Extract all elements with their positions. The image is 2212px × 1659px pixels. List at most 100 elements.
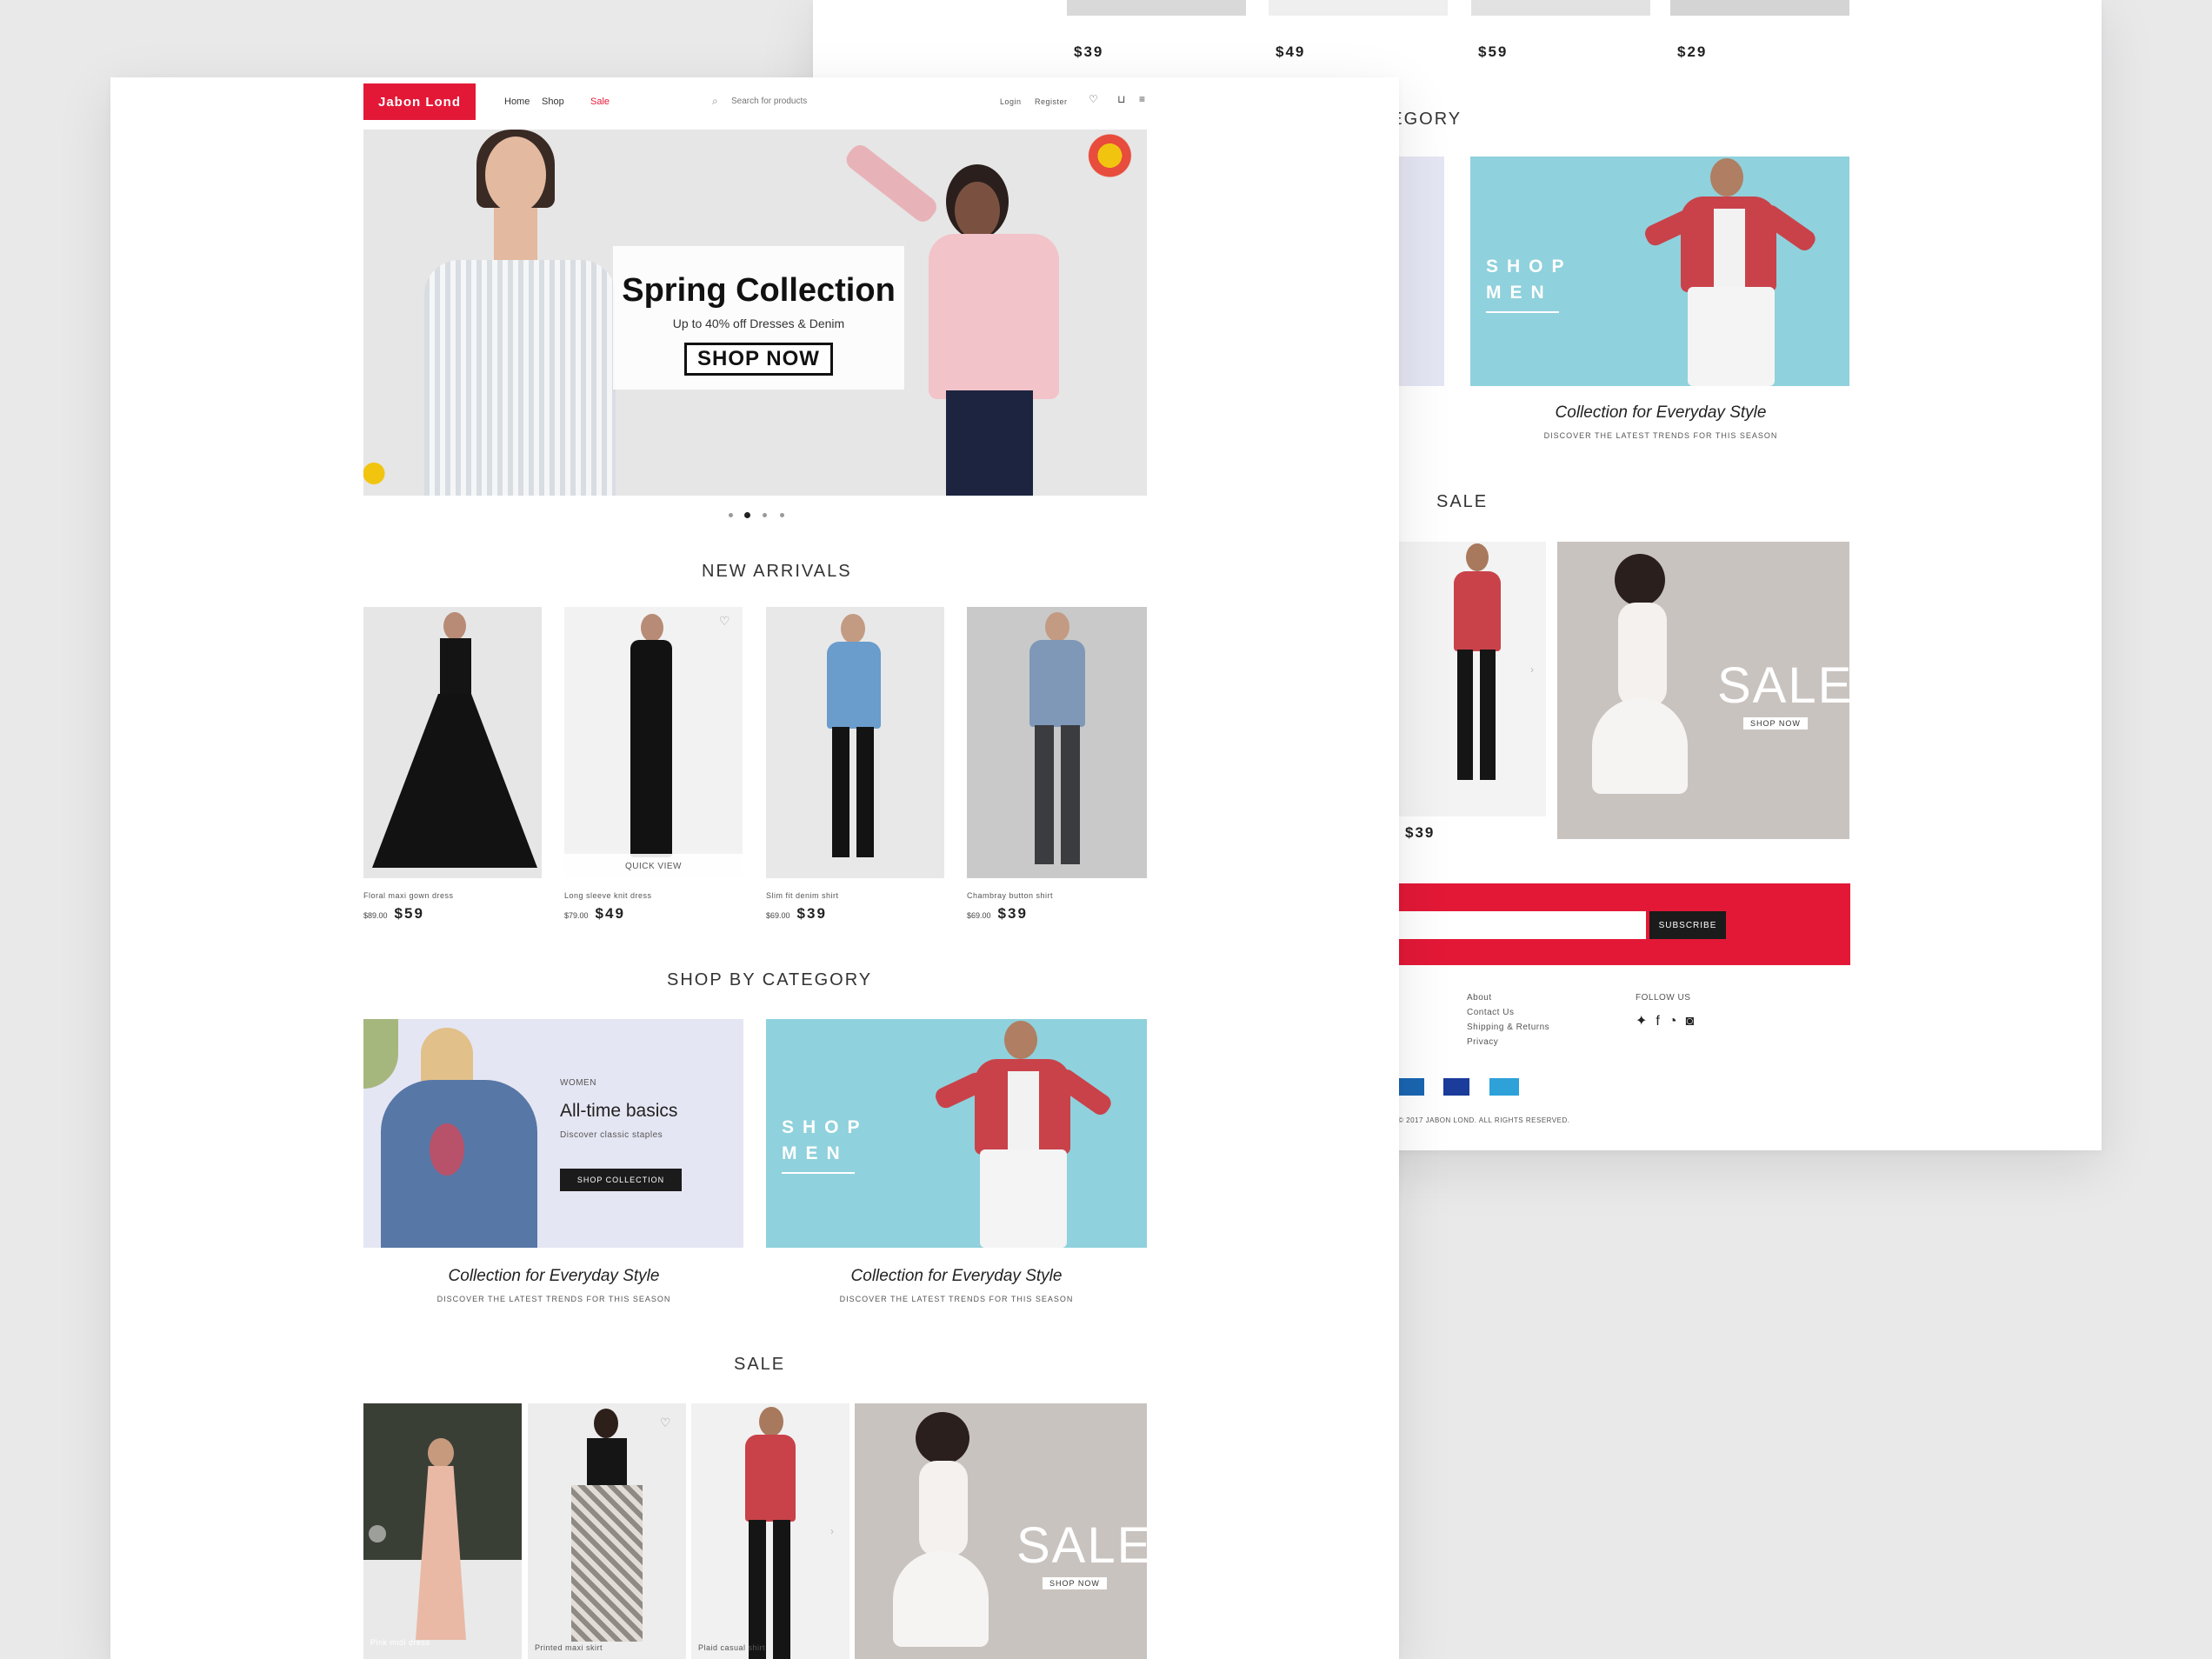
product-price: $89.00 $59 [363,905,424,923]
product-card-image[interactable] [766,607,944,878]
flower-decoration [363,451,398,496]
nav-sale[interactable]: Sale [590,97,610,107]
back-category-caption: Collection for Everyday Style DISCOVER T… [1469,403,1852,440]
sale-product-image[interactable]: ♡ Printed maxi skirt [528,1403,686,1659]
pinterest-icon[interactable]: ◔ [1669,1014,1686,1029]
quick-view-overlay[interactable]: QUICK VIEW [564,854,743,878]
back-product-thumb[interactable] [1670,0,1849,16]
back-price: $59 [1478,43,1509,60]
back-price: $39 [1074,43,1104,60]
cart-icon[interactable]: ⊔ [1117,93,1125,105]
carousel-dot[interactable] [729,513,733,517]
product-price: $79.00 $49 [564,905,625,923]
hero-title: Spring Collection [622,272,896,309]
sale-label: SALE [1717,657,1849,714]
copyright: © 2017 JABON LOND. ALL RIGHTS RESERVED. [1398,1116,1570,1124]
wishlist-heart-icon[interactable]: ♡ [660,1416,671,1430]
sale-item-name: Pink midi dress [370,1638,430,1647]
search-input[interactable] [730,91,872,110]
hero-text-box: Spring Collection Up to 40% off Dresses … [613,246,904,390]
carousel-dot[interactable] [780,513,784,517]
sale-shop-button[interactable]: SHOP NOW [1043,1577,1107,1589]
nav-home[interactable]: Home [504,97,530,107]
carousel-dot[interactable] [763,513,767,517]
female-model-striped-dress [424,130,616,496]
female-model-denim-jacket [381,1019,537,1248]
wishlist-icon[interactable]: ♡ [1089,93,1098,105]
footer-link[interactable]: Contact Us [1467,1008,1549,1017]
twitter-icon[interactable]: ✦ [1636,1014,1656,1029]
product-card-image[interactable] [363,607,542,878]
sale-section-title: SALE [734,1355,786,1374]
back-men-card[interactable]: SHOP MEN [1470,157,1849,386]
product-name[interactable]: Floral maxi gown dress [363,891,454,900]
shop-collection-button[interactable]: SHOP COLLECTION [560,1169,682,1191]
product-name[interactable]: Slim fit denim shirt [766,891,839,900]
brand-logo[interactable]: Jabon Lond [363,83,476,120]
back-sale-price: $39 [1405,824,1436,841]
old-price: $69.00 [766,911,790,920]
products-section-title: NEW ARRIVALS [702,562,852,581]
women-category-card[interactable]: WOMEN All-time basics Discover classic s… [363,1019,743,1248]
sale-price: $49 [595,905,625,922]
category-caption: Collection for Everyday Style DISCOVER T… [363,1267,745,1303]
instagram-icon[interactable]: ◙ [1686,1014,1703,1029]
back-category-link[interactable]: DISCOVER THE LATEST TRENDS FOR THIS SEAS… [1469,431,1852,440]
back-price: $29 [1677,43,1708,60]
sale-price: $59 [394,905,424,922]
arrow-icon[interactable]: › [830,1525,834,1537]
old-price: $69.00 [967,911,991,920]
sale-item-name: Printed maxi skirt [535,1643,603,1652]
hero-banner[interactable]: Spring Collection Up to 40% off Dresses … [363,130,1147,496]
visa-icon [1398,1078,1424,1096]
mastercard-icon [1443,1078,1470,1096]
category-link[interactable]: DISCOVER THE LATEST TRENDS FOR THIS SEAS… [765,1295,1148,1303]
category-eyebrow: WOMEN [560,1078,596,1088]
product-name[interactable]: Long sleeve knit dress [564,891,652,900]
facebook-icon[interactable]: f [1656,1014,1668,1029]
newsletter-subscribe-button[interactable]: SUBSCRIBE [1649,911,1726,939]
sale-product-image[interactable]: Pink midi dress [363,1403,522,1659]
shop-men-label: SHOP MEN [782,1117,869,1163]
category-link[interactable]: DISCOVER THE LATEST TRENDS FOR THIS SEAS… [363,1295,745,1303]
category-desc: Discover classic staples [560,1130,663,1140]
female-model-figure [855,1403,1029,1659]
amex-icon [1489,1078,1519,1096]
carousel-dot-active[interactable] [744,512,750,518]
footer-link[interactable]: Shipping & Returns [1467,1023,1549,1032]
product-price: $69.00 $39 [967,905,1028,923]
back-women-card[interactable] [1398,157,1444,386]
category-title: All-time basics [560,1101,678,1121]
male-model-plaid-shirt [914,1019,1123,1248]
arrow-icon[interactable] [369,1525,386,1542]
underline [782,1172,855,1174]
back-sale-product[interactable]: › [1398,542,1546,816]
footer-link[interactable]: About [1467,993,1549,1003]
nav-shop[interactable]: Shop [542,97,564,107]
product-card-image[interactable]: ♡ QUICK VIEW [564,607,743,878]
search-icon[interactable]: ⌕ [712,95,718,108]
back-product-thumb[interactable] [1067,0,1246,16]
register-link[interactable]: Register [1035,97,1068,106]
arrow-icon[interactable]: › [1530,663,1534,676]
login-link[interactable]: Login [1000,97,1022,106]
product-price: $69.00 $39 [766,905,827,923]
back-sale-title: SALE [1436,492,1489,511]
menu-icon[interactable]: ≡ [1139,93,1145,105]
footer-link[interactable]: Privacy [1467,1037,1549,1047]
men-category-card[interactable]: SHOP MEN [766,1019,1147,1248]
product-card-image[interactable] [967,607,1147,878]
sale-price: $39 [997,905,1028,922]
shop-now-button[interactable]: SHOP NOW [684,343,833,376]
sale-banner[interactable]: SALE SHOP NOW [855,1403,1147,1659]
product-name[interactable]: Chambray button shirt [967,891,1053,900]
back-product-thumb[interactable] [1471,0,1650,16]
wishlist-heart-icon[interactable]: ♡ [719,614,730,629]
back-product-thumb[interactable] [1269,0,1448,16]
sale-product-image[interactable]: › Plaid casual shirt [691,1403,849,1659]
flower-decoration [1085,130,1147,182]
back-sale-banner[interactable]: SALE SHOP NOW [1557,542,1849,839]
sale-item-name: Plaid casual shirt [698,1643,766,1652]
sale-shop-button[interactable]: SHOP NOW [1743,717,1808,730]
male-model-figure [1627,157,1827,386]
